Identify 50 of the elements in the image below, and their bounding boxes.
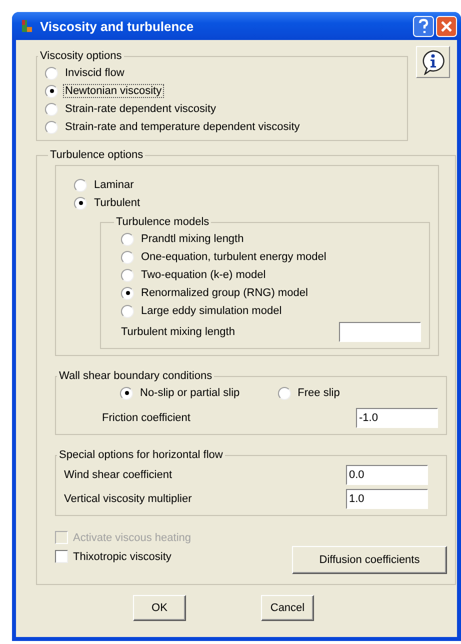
radio-button[interactable]: [45, 102, 58, 116]
radio-option[interactable]: Strain-rate and temperature dependent viscosity: [45, 118, 399, 136]
field-label: Wind shear coefficient: [64, 469, 172, 481]
radio-button[interactable]: [45, 66, 58, 80]
help-button[interactable]: [413, 16, 434, 36]
input-field[interactable]: -1.0: [356, 408, 438, 428]
info-button[interactable]: [416, 46, 450, 78]
diffusion-button[interactable]: Diffusion coefficients: [292, 546, 447, 574]
radio-option[interactable]: No-slip or partial slip: [120, 384, 242, 402]
radio-option[interactable]: Strain-rate dependent viscosity: [45, 100, 399, 118]
input-field[interactable]: 0.0: [346, 465, 428, 485]
radio-button[interactable]: [120, 386, 133, 400]
radio-button[interactable]: [121, 304, 134, 318]
group-title: Wall shear boundary conditions: [58, 370, 214, 382]
group-title: Special options for horizontal flow: [58, 449, 224, 461]
radio-button[interactable]: [74, 178, 87, 192]
input-field[interactable]: 1.0: [346, 489, 428, 509]
radio-option[interactable]: Large eddy simulation model: [121, 302, 421, 320]
radio-option[interactable]: Free slip: [278, 384, 342, 402]
app-icon: [20, 19, 34, 33]
radio-option[interactable]: Two-equation (k-e) model: [121, 266, 421, 284]
dialog-button[interactable]: OK: [133, 595, 186, 621]
checkbox[interactable]: [55, 550, 68, 563]
window-title: Viscosity and turbulence: [40, 18, 195, 34]
radio-option[interactable]: Newtonian viscosity: [45, 82, 399, 100]
radio-button[interactable]: [74, 196, 87, 210]
radio-option[interactable]: One-equation, turbulent energy model: [121, 248, 421, 266]
field-label: Friction coefficient: [102, 412, 190, 424]
dialog-button[interactable]: Cancel: [261, 595, 314, 621]
radio-option[interactable]: Inviscid flow: [45, 64, 399, 82]
close-button[interactable]: [436, 16, 457, 36]
radio-option[interactable]: Laminar: [74, 176, 430, 194]
group-title: Turbulence models: [115, 216, 210, 228]
radio-button[interactable]: [45, 84, 58, 98]
radio-button[interactable]: [121, 232, 134, 246]
field-label: Turbulent mixing length: [121, 326, 235, 338]
radio-option[interactable]: Turbulent: [74, 194, 430, 212]
radio-option[interactable]: Prandtl mixing length: [121, 230, 421, 248]
radio-button[interactable]: [121, 286, 134, 300]
radio-button[interactable]: [121, 250, 134, 264]
radio-option[interactable]: Renormalized group (RNG) model: [121, 284, 421, 302]
group-title: Turbulence options: [49, 149, 144, 161]
group-title: Viscosity options: [39, 50, 123, 62]
checkbox-option[interactable]: Thixotropic viscosity: [55, 547, 192, 566]
radio-button[interactable]: [121, 268, 134, 282]
field-label: Vertical viscosity multiplier: [64, 493, 192, 505]
radio-button[interactable]: [278, 386, 291, 400]
input-field[interactable]: [339, 322, 421, 342]
info-icon: [420, 49, 446, 75]
radio-button[interactable]: [45, 120, 58, 134]
